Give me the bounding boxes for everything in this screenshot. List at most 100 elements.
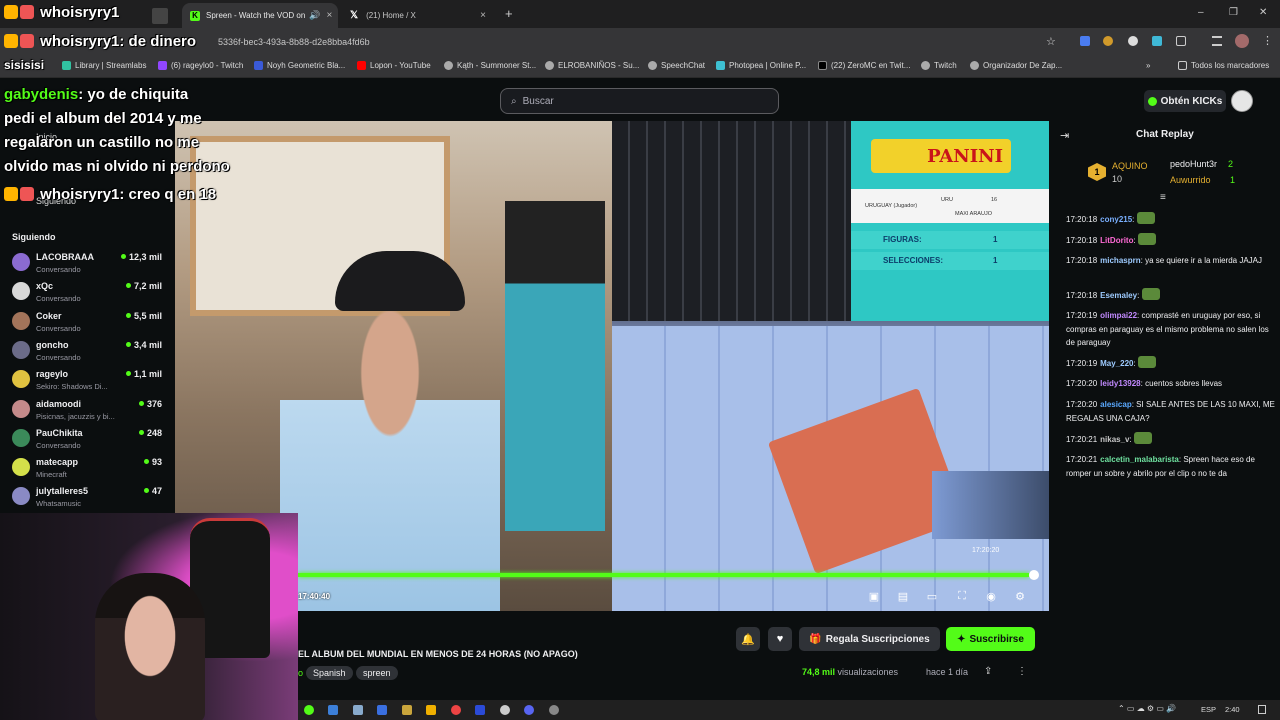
tag-spreen[interactable]: spreen xyxy=(356,666,398,680)
clock[interactable]: 2:40 xyxy=(1225,705,1240,714)
new-tab-button[interactable]: + xyxy=(505,6,513,21)
tray-icons[interactable]: ⌃ ▭ ☁ ⚙ ▭ 🔊 xyxy=(1118,704,1176,713)
subscribe-button[interactable]: ✦ Suscribirse xyxy=(946,627,1035,651)
tab-close-button[interactable]: × xyxy=(474,10,486,21)
bookmarks-folder[interactable]: Todos los marcadores xyxy=(1178,61,1269,70)
following-item[interactable]: aidamoodi Pisicnas, jacuzzis y bi... 376 xyxy=(12,397,162,425)
theater-mode-icon[interactable]: ▣ xyxy=(867,589,881,603)
windows-taskbar: ⌃ ▭ ☁ ⚙ ▭ 🔊 ESP 2:40 xyxy=(298,700,1280,720)
discord-icon[interactable] xyxy=(524,705,534,715)
extension-icon[interactable] xyxy=(1080,36,1090,46)
extension-icon[interactable] xyxy=(1103,36,1113,46)
bookmark[interactable]: Photopea | Online P... xyxy=(716,61,806,70)
media-icon[interactable] xyxy=(1212,36,1222,46)
expand-leaderboard-icon[interactable]: ≡ xyxy=(1160,192,1166,203)
message-username[interactable]: olimpai22 xyxy=(1100,311,1137,320)
bookmark[interactable]: Twitch xyxy=(921,61,957,70)
bookmark[interactable]: Noyh Geometric Bla... xyxy=(254,61,345,70)
fullscreen-icon[interactable]: ⛶ xyxy=(955,589,969,603)
panini-figuras-row: FIGURAS: 1 xyxy=(851,231,1049,249)
more-options-icon[interactable]: ⋮ xyxy=(1017,666,1027,677)
bookmark[interactable]: (6) rageylo0 - Twitch xyxy=(158,61,243,70)
overlay-gaby-line-4: olvido mas ni olvido ni perdono xyxy=(4,158,230,175)
taskbar-app-icon[interactable] xyxy=(475,705,485,715)
gift-subs-button[interactable]: 🎁 Regala Suscripciones xyxy=(799,627,940,651)
close-window-button[interactable]: ✕ xyxy=(1259,7,1267,18)
message-username[interactable]: calcetin_malabarista xyxy=(1100,455,1179,464)
maximize-button[interactable]: ❐ xyxy=(1229,7,1238,18)
bookmark[interactable]: ELROBANIÑOS - Su... xyxy=(545,61,639,70)
following-item[interactable]: PauChikita Conversando 248 xyxy=(12,426,162,454)
extension-icon[interactable] xyxy=(1128,36,1138,46)
taskbar-app-icon[interactable] xyxy=(353,705,363,715)
webcam-person xyxy=(95,573,205,720)
taskbar-app-icon[interactable] xyxy=(426,705,436,715)
notifications-icon[interactable] xyxy=(1258,705,1266,714)
chrome-icon[interactable] xyxy=(451,705,461,715)
message-username[interactable]: cony215 xyxy=(1100,215,1132,224)
speaker-icon[interactable]: 🔊 xyxy=(309,10,320,21)
follow-heart-button[interactable]: ♥ xyxy=(768,627,792,651)
overlay-line-3: sisisisi xyxy=(4,58,45,72)
video-progress-bar[interactable] xyxy=(298,573,1029,577)
message-username[interactable]: alesicap xyxy=(1100,400,1132,409)
bookmarks-overflow-icon[interactable]: » xyxy=(1146,61,1150,70)
following-item[interactable]: rageylo Sekiro: Shadows Di... 1,1 mil xyxy=(12,367,162,395)
puzzle-icon[interactable] xyxy=(1176,36,1186,46)
following-item[interactable]: xQc Conversando 7,2 mil xyxy=(12,279,162,307)
taskbar-app-icon[interactable] xyxy=(328,705,338,715)
bookmark[interactable]: (22) ZeroMC en Twit... xyxy=(818,61,910,70)
settings-gear-icon[interactable]: ⚙ xyxy=(1013,589,1027,603)
search-input[interactable]: ⌕ Buscar xyxy=(500,88,779,114)
following-item[interactable]: julytalleres5 Whatsamusic 47 xyxy=(12,484,162,512)
language-indicator[interactable]: ESP xyxy=(1201,705,1216,714)
get-kicks-button[interactable]: Obtén KICKs xyxy=(1144,90,1226,112)
message-username[interactable]: Esemaley xyxy=(1100,291,1137,300)
clip-icon[interactable]: ▤ xyxy=(896,589,910,603)
tab-x-home[interactable]: 𝕏 (21) Home / X × xyxy=(342,3,494,28)
extension-icon[interactable] xyxy=(1152,36,1162,46)
bookmark[interactable]: Organizador De Zap... xyxy=(970,61,1062,70)
bookmark[interactable]: Lopon - YouTube xyxy=(357,61,431,70)
notification-bell-button[interactable]: 🔔 xyxy=(736,627,760,651)
collapse-chat-icon[interactable]: ⇥ xyxy=(1060,129,1069,142)
following-item[interactable]: matecapp Minecraft 93 xyxy=(12,455,162,483)
bookmark[interactable]: Library | Streamlabs xyxy=(62,61,146,70)
taskbar-app-icon[interactable] xyxy=(304,705,314,715)
url-text[interactable]: 5336f-bec3-493a-8b88-d2e8bba4fd6b xyxy=(218,37,370,47)
minimize-button[interactable]: – xyxy=(1198,7,1204,18)
message-username[interactable]: leidy13928 xyxy=(1100,379,1140,388)
mini-player-icon[interactable]: ▭ xyxy=(925,589,939,603)
message-username[interactable]: michasprn xyxy=(1100,256,1140,265)
message-username[interactable]: May_220 xyxy=(1100,359,1133,368)
taskbar-app-icon[interactable] xyxy=(549,705,559,715)
panini-selecciones-row: SELECCIONES: 1 xyxy=(851,252,1049,270)
leader3-count: 1 xyxy=(1230,175,1236,185)
message-timestamp: 17:20:18 xyxy=(1066,256,1098,265)
bookmark[interactable]: Kąth - Summoner St... xyxy=(444,61,536,70)
taskbar-app-icon[interactable] xyxy=(377,705,387,715)
globe-icon xyxy=(545,61,554,70)
tab-spreen-vod[interactable]: K Spreen - Watch the VOD on 🔊 × xyxy=(182,3,338,28)
channel-category: Conversando xyxy=(36,323,81,333)
message-username[interactable]: LitDorito xyxy=(1100,236,1133,245)
profile-avatar[interactable] xyxy=(1235,34,1249,48)
bookmark[interactable]: SpeechChat xyxy=(648,61,705,70)
message-username[interactable]: nikas_v xyxy=(1100,435,1129,444)
viewer-count: 376 xyxy=(138,399,162,409)
tab-close-button[interactable]: × xyxy=(321,10,333,21)
progress-knob[interactable] xyxy=(1029,570,1039,580)
speed-icon[interactable]: ◉ xyxy=(984,589,998,603)
menu-icon[interactable]: ⋮ xyxy=(1262,34,1273,47)
taskbar-app-icon[interactable] xyxy=(402,705,412,715)
share-icon[interactable]: ⇪ xyxy=(984,666,992,677)
category-link[interactable]: o xyxy=(298,668,303,678)
following-item[interactable]: goncho Conversando 3,4 mil xyxy=(12,338,162,366)
taskbar-app-icon[interactable] xyxy=(500,705,510,715)
user-avatar[interactable] xyxy=(1231,90,1253,112)
star-icon[interactable]: ☆ xyxy=(1046,35,1056,48)
following-item[interactable]: LACOBRAAA Conversando 12,3 mil xyxy=(12,250,162,278)
tag-spanish[interactable]: Spanish xyxy=(306,666,353,680)
following-item[interactable]: Coker Conversando 5,5 mil xyxy=(12,309,162,337)
video-player[interactable]: PANINI URUGUAY (Jugador) URU 16 MAXI ARA… xyxy=(175,121,1049,611)
